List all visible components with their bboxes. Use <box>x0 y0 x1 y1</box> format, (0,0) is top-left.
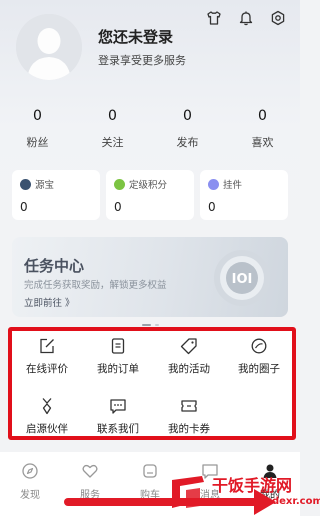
coin-icon <box>20 178 31 190</box>
services-grid: 在线评价 我的订单 我的活动 我的圈子 启源伙伴 联系我们 我的卡券 <box>8 327 296 440</box>
stat-likes[interactable]: 0 喜欢 <box>225 108 300 150</box>
service-label: 联系我们 <box>97 423 139 435</box>
task-center-banner[interactable]: 任务中心 完成任务获取奖励，解锁更多权益 立即前往 》 IOI <box>12 237 288 317</box>
heart-icon <box>82 464 98 478</box>
service-label: 我的卡券 <box>168 423 210 435</box>
login-title[interactable]: 您还未登录 <box>98 26 173 47</box>
stat-following[interactable]: 0 关注 <box>75 108 150 150</box>
stat-label: 喜欢 <box>251 136 274 149</box>
service-label: 启源伙伴 <box>26 423 68 435</box>
card-yuanbao[interactable]: 源宝 0 <box>12 170 100 220</box>
service-my-circles[interactable]: 我的圈子 <box>224 337 294 376</box>
tag-icon <box>180 338 197 355</box>
card-value: 0 <box>20 200 28 214</box>
service-contact-us[interactable]: 联系我们 <box>83 397 153 436</box>
stat-value: 0 <box>258 108 267 124</box>
compass-icon <box>22 463 38 479</box>
login-subtitle[interactable]: 登录享受更多服务 <box>98 52 186 68</box>
svg-text:IOI: IOI <box>232 272 253 287</box>
card-title: 定级积分 <box>129 180 168 191</box>
avatar[interactable] <box>16 14 82 80</box>
card-pendant[interactable]: 挂件 0 <box>200 170 288 220</box>
chat-icon <box>110 399 126 414</box>
pagination-dot-active <box>141 324 151 326</box>
stat-label: 发布 <box>176 136 199 149</box>
stat-value: 0 <box>183 108 192 124</box>
stat-followers[interactable]: 0 粉丝 <box>0 108 75 150</box>
service-my-activities[interactable]: 我的活动 <box>154 337 224 376</box>
stat-label: 粉丝 <box>26 136 49 149</box>
stat-value: 0 <box>33 108 42 124</box>
watermark-url: www.gfxudexr.com <box>216 496 320 507</box>
medal-icon <box>42 398 52 415</box>
stat-posts[interactable]: 0 发布 <box>150 108 225 150</box>
order-icon <box>111 338 125 354</box>
watermark: 干饭手游网 www.gfxudexr.com <box>166 470 320 516</box>
default-avatar-icon <box>16 14 82 80</box>
tab-label: 发现 <box>20 490 40 501</box>
service-my-orders[interactable]: 我的订单 <box>83 337 153 376</box>
service-label: 我的圈子 <box>238 363 280 375</box>
banner-cta[interactable]: 立即前往 》 <box>24 295 75 309</box>
banner-subtitle: 完成任务获取奖励，解锁更多权益 <box>24 280 167 291</box>
pendant-icon <box>208 178 219 190</box>
circle-icon <box>251 338 267 354</box>
service-label: 在线评价 <box>26 363 68 375</box>
tab-service[interactable]: 服务 <box>60 452 120 516</box>
banner-badge-icon: IOI <box>214 250 270 306</box>
bell-icon[interactable] <box>238 10 254 26</box>
banner-pagination <box>0 324 300 326</box>
car-icon <box>143 464 157 478</box>
card-value: 0 <box>208 200 216 214</box>
edit-icon <box>40 338 54 354</box>
pagination-dot <box>154 324 159 326</box>
asset-cards: 源宝 0 定级积分 0 挂件 0 <box>12 170 288 220</box>
service-my-coupons[interactable]: 我的卡券 <box>154 397 224 436</box>
watermark-logo-icon <box>172 476 204 508</box>
service-partners[interactable]: 启源伙伴 <box>12 397 82 436</box>
watermark-name: 干饭手游网 <box>212 476 293 495</box>
settings-hex-icon[interactable] <box>270 10 286 26</box>
stat-label: 关注 <box>101 136 124 149</box>
card-title: 源宝 <box>35 180 55 191</box>
card-value: 0 <box>114 200 122 214</box>
card-points[interactable]: 定级积分 0 <box>106 170 194 220</box>
stat-value: 0 <box>108 108 117 124</box>
banner-title: 任务中心 <box>24 257 85 275</box>
ticket-icon <box>181 400 197 412</box>
stats-row: 0 粉丝 0 关注 0 发布 0 喜欢 <box>0 108 300 150</box>
service-label: 我的订单 <box>97 363 139 375</box>
shirt-icon[interactable] <box>206 10 222 26</box>
card-title: 挂件 <box>223 180 243 191</box>
top-toolbar <box>206 10 286 26</box>
service-online-review[interactable]: 在线评价 <box>12 337 82 376</box>
service-label: 我的活动 <box>168 363 210 375</box>
tab-discover[interactable]: 发现 <box>0 452 60 516</box>
check-badge-icon <box>114 178 125 190</box>
